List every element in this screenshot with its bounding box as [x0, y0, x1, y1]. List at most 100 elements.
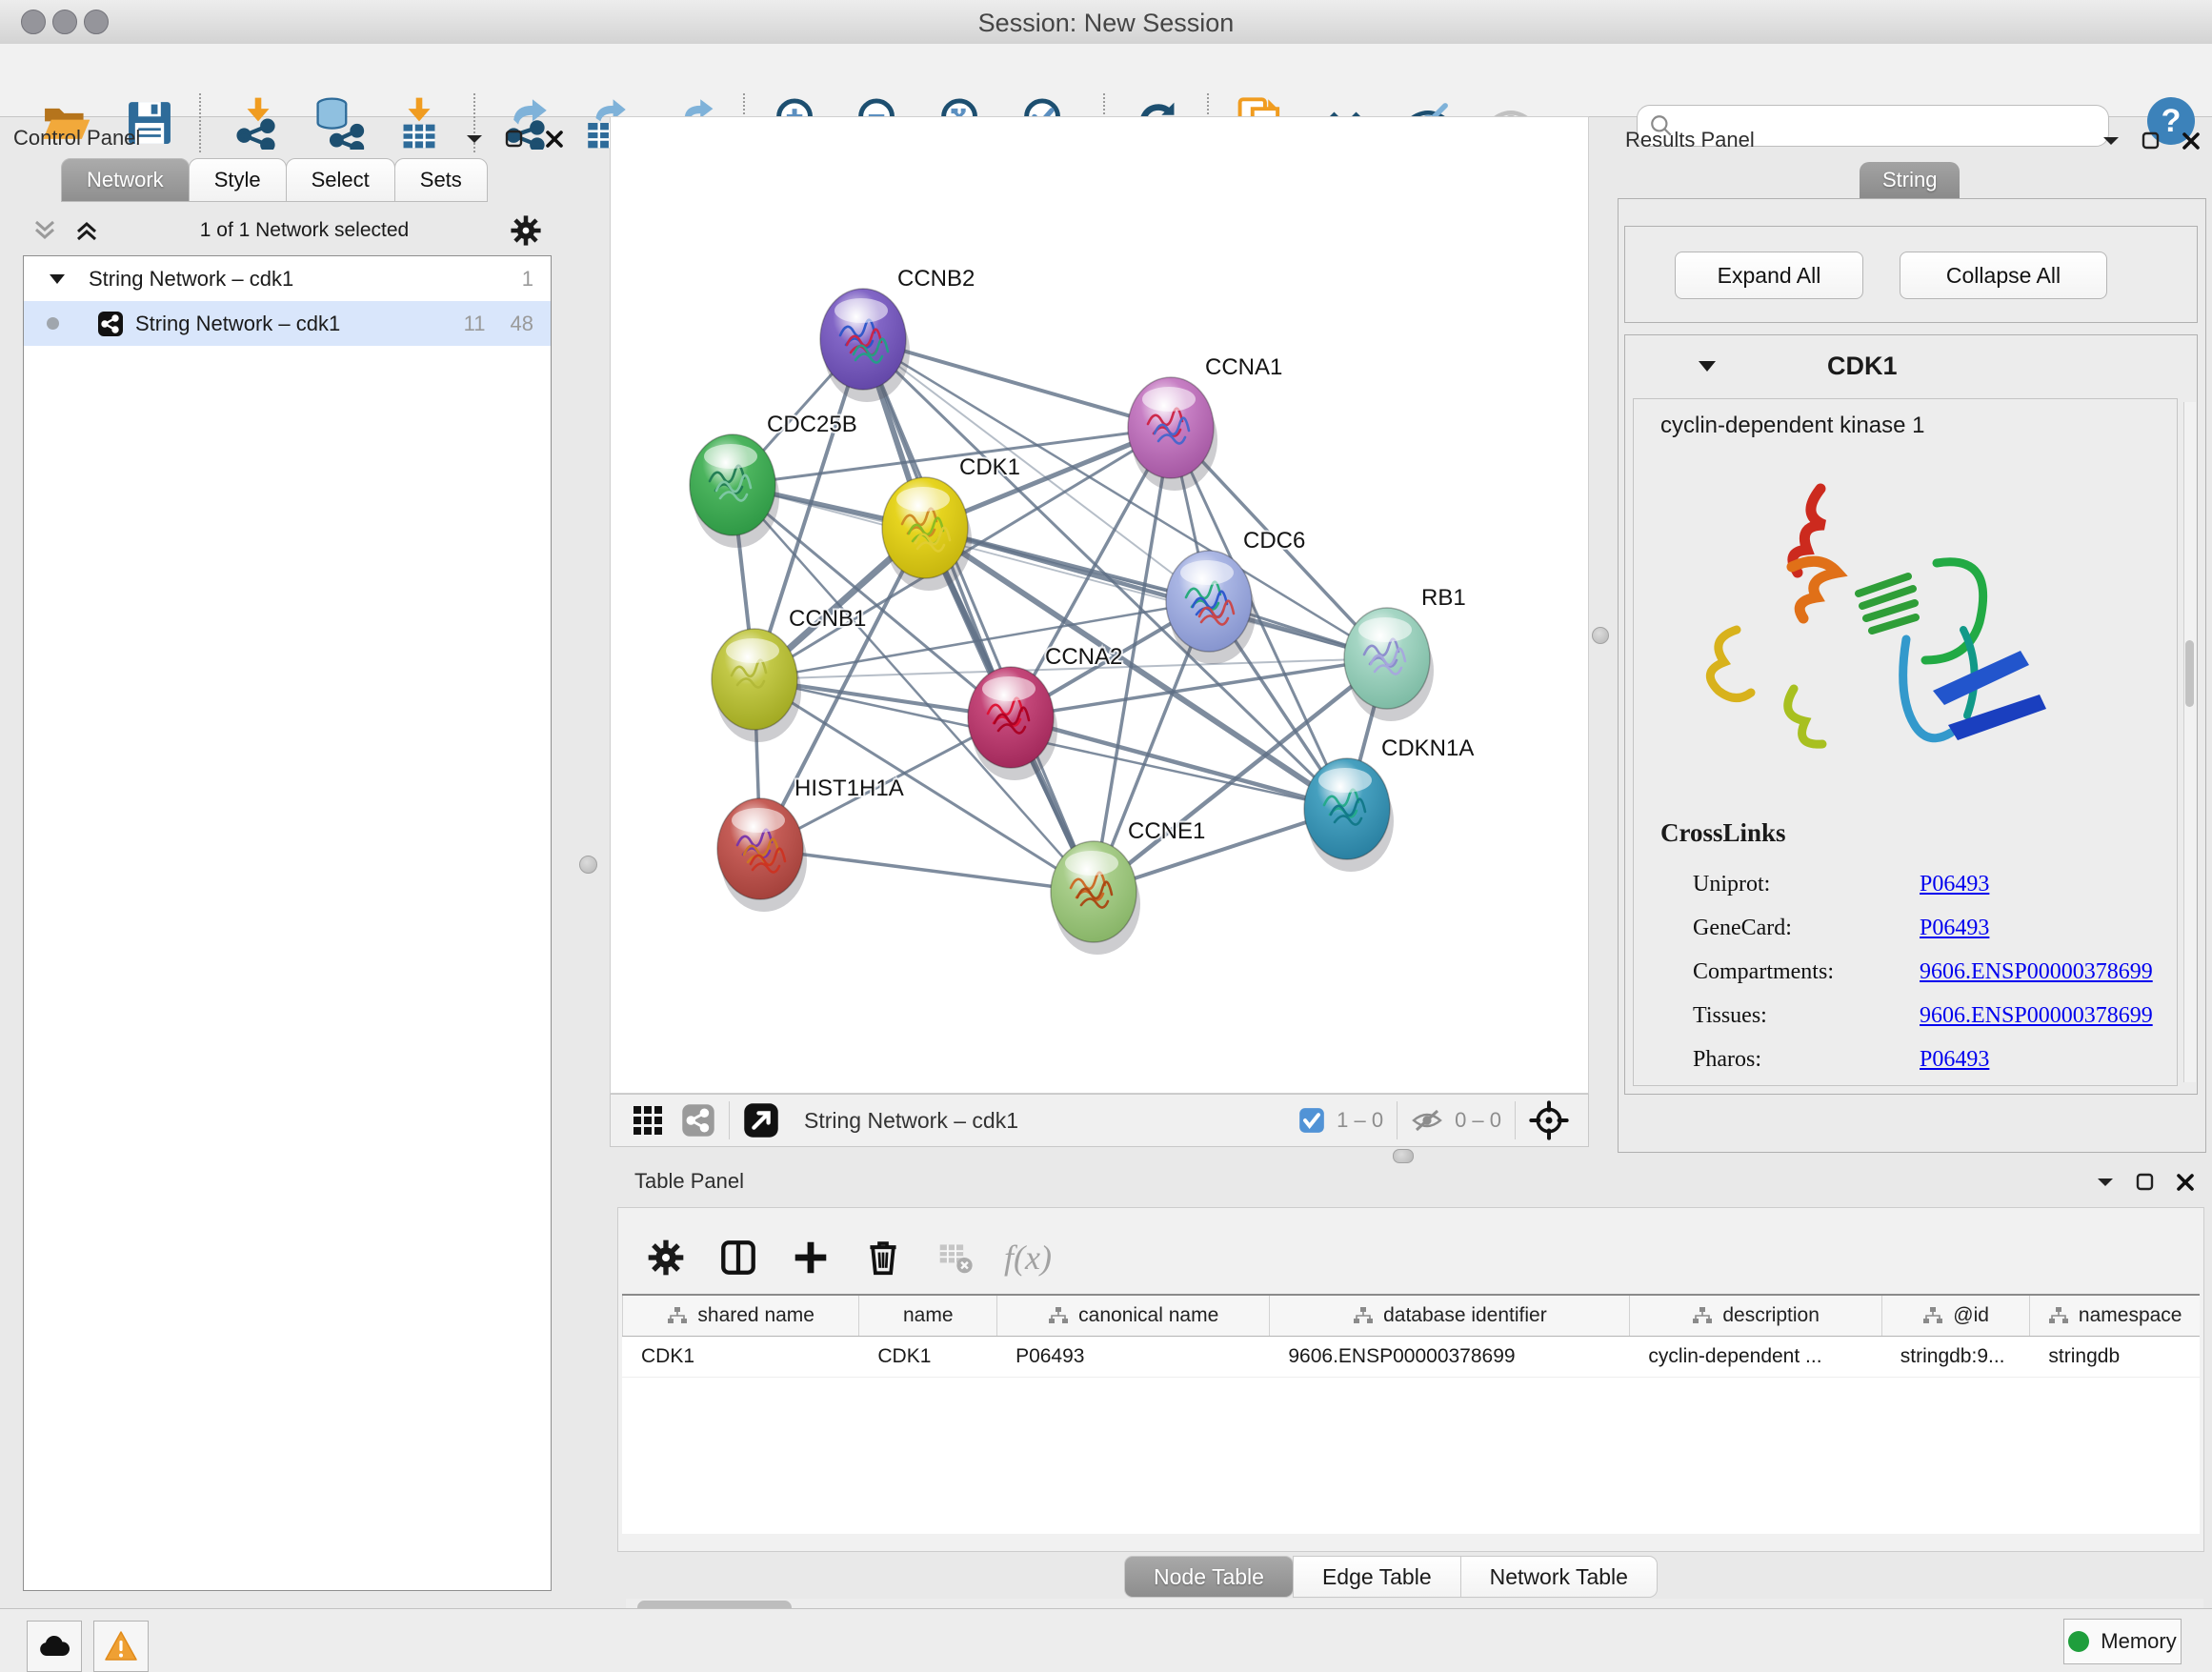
- table-container: f(x) shared namenamecanonical namedataba…: [617, 1207, 2204, 1552]
- float-panel-icon[interactable]: [505, 130, 524, 149]
- gene-section: CDK1 cyclin-dependent kinase 1: [1624, 334, 2198, 1095]
- table-cell[interactable]: CDK1: [622, 1337, 858, 1377]
- tab-string[interactable]: String: [1860, 162, 1960, 198]
- table-cell[interactable]: stringdb:9...: [1881, 1337, 2030, 1377]
- table-cell[interactable]: P06493: [996, 1337, 1269, 1377]
- table-cell[interactable]: 9606.ENSP00000378699: [1269, 1337, 1629, 1377]
- column-header--id[interactable]: @id: [1881, 1296, 2030, 1336]
- close-panel-icon[interactable]: [545, 130, 564, 149]
- panel-menu-icon[interactable]: [465, 132, 484, 146]
- table-body: CDK1CDK1P064939606.ENSP00000378699cyclin…: [622, 1337, 2200, 1378]
- column-header-label: shared name: [697, 1304, 814, 1327]
- collection-count: 1: [522, 267, 533, 292]
- collapse-all-button[interactable]: Collapse All: [1900, 252, 2107, 299]
- shared-column-icon: [1353, 1306, 1374, 1325]
- float-panel-icon[interactable]: [2142, 131, 2161, 151]
- node-table[interactable]: shared name namecanonical namedatabase id…: [622, 1294, 2200, 1534]
- crosslinks-list: Uniprot:P06493GeneCard:P06493Compartment…: [1693, 862, 2169, 1081]
- crosslink-link[interactable]: P06493: [1920, 916, 1989, 941]
- tab-network-table[interactable]: Network Table: [1460, 1556, 1658, 1598]
- column-header-shared-name[interactable]: shared name: [622, 1296, 858, 1336]
- network-graph[interactable]: CCNB2CCNA1CDC25BCDK1CDC6RB1CCNB1CCNA2CDK…: [611, 117, 1588, 1093]
- crosslink-link[interactable]: P06493: [1920, 1047, 1989, 1073]
- crosslink-row: Uniprot:P06493: [1693, 862, 2169, 906]
- column-header-database-identifier[interactable]: database identifier: [1269, 1296, 1629, 1336]
- network-node-CDKN1A[interactable]: CDKN1A: [1304, 735, 1474, 872]
- table-cell[interactable]: stringdb: [2029, 1337, 2200, 1377]
- toolbar-divider: [1397, 1101, 1398, 1139]
- tab-select[interactable]: Select: [286, 158, 395, 202]
- network-node-CCNE1[interactable]: CCNE1: [1051, 818, 1205, 955]
- network-node-CCNB1[interactable]: CCNB1: [712, 606, 866, 742]
- results-scrollbar[interactable]: [2183, 402, 2196, 1082]
- table-row[interactable]: CDK1CDK1P064939606.ENSP00000378699cyclin…: [622, 1337, 2200, 1378]
- float-panel-icon[interactable]: [2136, 1173, 2155, 1192]
- tab-edge-table[interactable]: Edge Table: [1293, 1556, 1461, 1598]
- gene-name: CDK1: [1827, 352, 1898, 381]
- vertical-splitter-right[interactable]: [1589, 116, 1610, 1158]
- close-panel-icon[interactable]: [2182, 131, 2201, 151]
- splitter-grip[interactable]: [1592, 627, 1609, 644]
- node-label: CCNB2: [897, 266, 975, 292]
- network-row-selected[interactable]: String Network – cdk1 11 48: [24, 301, 551, 346]
- expand-all-icon[interactable]: [74, 218, 99, 243]
- delete-column-icon[interactable]: [858, 1233, 908, 1282]
- birds-eye-view-icon[interactable]: [632, 1104, 664, 1137]
- add-column-icon[interactable]: [786, 1233, 835, 1282]
- network-node-CDK1[interactable]: CDK1: [882, 454, 1020, 591]
- network-node-CCNA1[interactable]: CCNA1: [1128, 354, 1282, 491]
- network-collection-row[interactable]: String Network – cdk1 1: [24, 256, 551, 301]
- node-label: CDK1: [959, 454, 1020, 480]
- panel-menu-icon[interactable]: [2101, 134, 2121, 148]
- fit-selected-crosshair-icon[interactable]: [1529, 1100, 1569, 1140]
- memory-label: Memory: [2101, 1629, 2176, 1654]
- collection-expander-icon[interactable]: [49, 272, 66, 286]
- column-header-label: description: [1722, 1304, 1820, 1327]
- network-node-HIST1H1A[interactable]: HIST1H1A: [717, 776, 904, 912]
- detach-view-icon[interactable]: [743, 1102, 779, 1138]
- window-title: Session: New Session: [0, 9, 2212, 38]
- network-node-CDC25B[interactable]: CDC25B: [690, 412, 857, 548]
- network-options-gear-icon[interactable]: [510, 214, 542, 247]
- table-cell[interactable]: CDK1: [858, 1337, 996, 1377]
- splitter-grip[interactable]: [579, 856, 597, 874]
- crosslink-link[interactable]: P06493: [1920, 872, 1989, 897]
- network-edge[interactable]: [760, 849, 1094, 892]
- network-view-title: String Network – cdk1: [804, 1108, 1018, 1134]
- scrollbar-thumb[interactable]: [2185, 640, 2194, 707]
- selected-checkbox-icon[interactable]: [1298, 1107, 1325, 1134]
- tab-node-table[interactable]: Node Table: [1124, 1556, 1294, 1598]
- node-label: CCNA2: [1045, 644, 1122, 670]
- column-header-namespace[interactable]: namespace: [2029, 1296, 2200, 1336]
- warnings-button[interactable]: [93, 1621, 149, 1672]
- column-header-name[interactable]: name: [858, 1296, 996, 1336]
- memory-button[interactable]: Memory: [2063, 1619, 2182, 1664]
- crosslink-link[interactable]: 9606.ENSP00000378699: [1920, 959, 2153, 985]
- tab-network[interactable]: Network: [61, 158, 190, 202]
- close-panel-icon[interactable]: [2176, 1173, 2195, 1192]
- gene-section-expander-icon[interactable]: [1698, 359, 1717, 373]
- show-columns-icon[interactable]: [714, 1233, 763, 1282]
- table-options-gear-icon[interactable]: [641, 1233, 691, 1282]
- crosslink-row: Compartments:9606.ENSP00000378699: [1693, 950, 2169, 994]
- tab-style[interactable]: Style: [189, 158, 287, 202]
- vertical-splitter-left[interactable]: [567, 116, 610, 1608]
- network-node-RB1[interactable]: RB1: [1344, 585, 1466, 721]
- column-header-canonical-name[interactable]: canonical name: [996, 1296, 1269, 1336]
- shared-column-icon: [2048, 1306, 2069, 1325]
- network-list-icon[interactable]: [681, 1103, 715, 1138]
- expand-all-button[interactable]: Expand All: [1675, 252, 1863, 299]
- crosslink-link[interactable]: 9606.ENSP00000378699: [1920, 1003, 2153, 1029]
- panel-menu-icon[interactable]: [2096, 1176, 2115, 1189]
- crosslink-label: Uniprot:: [1693, 872, 1920, 897]
- network-canvas[interactable]: CCNB2CCNA1CDC25BCDK1CDC6RB1CCNB1CCNA2CDK…: [610, 116, 1589, 1094]
- cloud-status-button[interactable]: [27, 1621, 82, 1672]
- node-label: CDC25B: [767, 412, 857, 437]
- crosslink-label: Tissues:: [1693, 1003, 1920, 1029]
- collapse-all-icon[interactable]: [32, 218, 57, 243]
- column-header-description[interactable]: description: [1629, 1296, 1880, 1336]
- table-cell[interactable]: cyclin-dependent ...: [1629, 1337, 1880, 1377]
- tab-sets[interactable]: Sets: [394, 158, 488, 202]
- network-node-CCNB2[interactable]: CCNB2: [820, 266, 975, 402]
- network-edge-count: 48: [511, 312, 533, 336]
